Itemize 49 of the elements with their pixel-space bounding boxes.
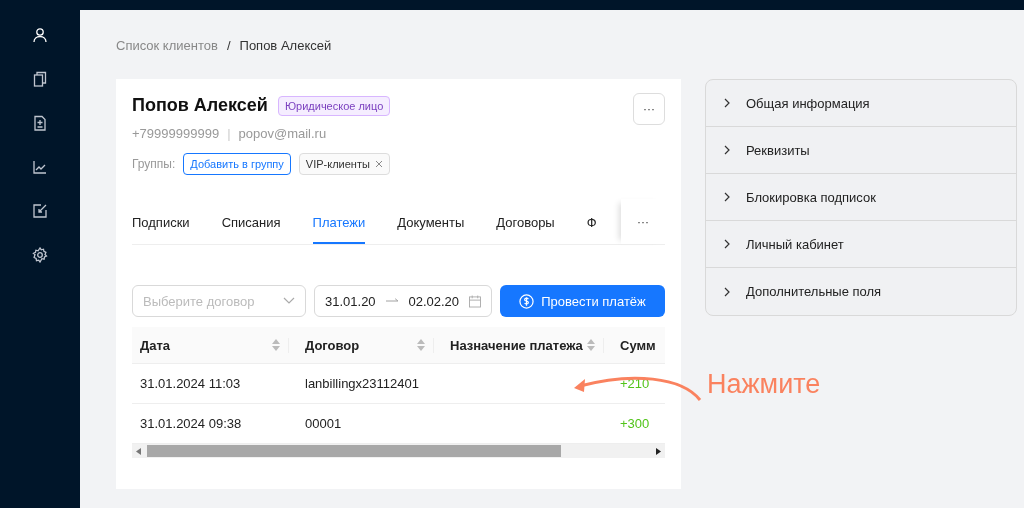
tabs-more-button[interactable]: ··· [621,199,665,244]
chevron-right-icon [724,239,730,249]
amount-cell: +210 [620,376,650,391]
tab[interactable]: Списания [221,199,281,244]
scroll-left-icon[interactable] [136,447,141,455]
client-phone: +79999999999 [132,126,220,141]
chevron-right-icon [724,192,730,202]
close-icon[interactable] [374,160,383,168]
tab[interactable]: Платежи [312,199,366,244]
horizontal-scrollbar[interactable] [132,444,665,458]
collapse-section[interactable]: Общая информация [706,80,1016,127]
date-range-field[interactable]: 31.01.20 02.02.20 [314,285,492,317]
chevron-right-icon [724,98,730,108]
table-cell: lanbillingx23112401 [305,376,419,391]
table-cell: 31.01.2024 11:03 [140,376,241,391]
tab[interactable]: Ф [586,199,597,244]
column-header[interactable]: Дата [140,337,171,353]
collapse-section[interactable]: Блокировка подписок [706,174,1016,221]
more-button[interactable]: ··· [633,93,665,125]
group-tag-label: VIP-клиенты [305,158,370,170]
calendar-icon [469,294,481,308]
client-email: popov@mail.ru [238,126,327,141]
breadcrumb-separator: / [226,37,231,53]
breadcrumb-current: Попов Алексей [239,37,332,53]
scroll-right-icon[interactable] [656,447,661,455]
tab[interactable]: Подписки [132,199,190,244]
table-cell: 31.01.2024 09:38 [140,416,242,431]
annotation-text: Нажмите [707,369,821,400]
collapse-section[interactable]: Дополнительные поля [706,268,1016,315]
amount-cell: +300 [620,416,650,431]
table-cell: 00001 [305,416,342,431]
chevron-right-icon [724,286,730,297]
tab[interactable]: Документы [397,199,465,244]
coin-icon [519,293,535,309]
chevron-down-icon [283,297,295,305]
date-to: 02.02.20 [408,293,460,309]
client-type-badge: Юридическое лицо [277,95,391,116]
groups-label: Группы: [132,157,176,171]
column-header[interactable]: Договор [305,337,360,353]
tab[interactable]: Договоры [496,199,555,244]
chevron-right-icon [724,145,730,155]
collapse-section[interactable]: Личный кабинет [706,221,1016,268]
make-payment-button[interactable]: Провести платёж [500,285,665,317]
client-name: Попов Алексей [132,95,268,116]
contact-separator: | [227,126,231,141]
add-group-button[interactable]: Добавить в группу [183,153,291,175]
collapse-section[interactable]: Реквизиты [706,127,1016,174]
arrow-right-icon [385,297,399,305]
date-from: 31.01.20 [325,293,376,309]
